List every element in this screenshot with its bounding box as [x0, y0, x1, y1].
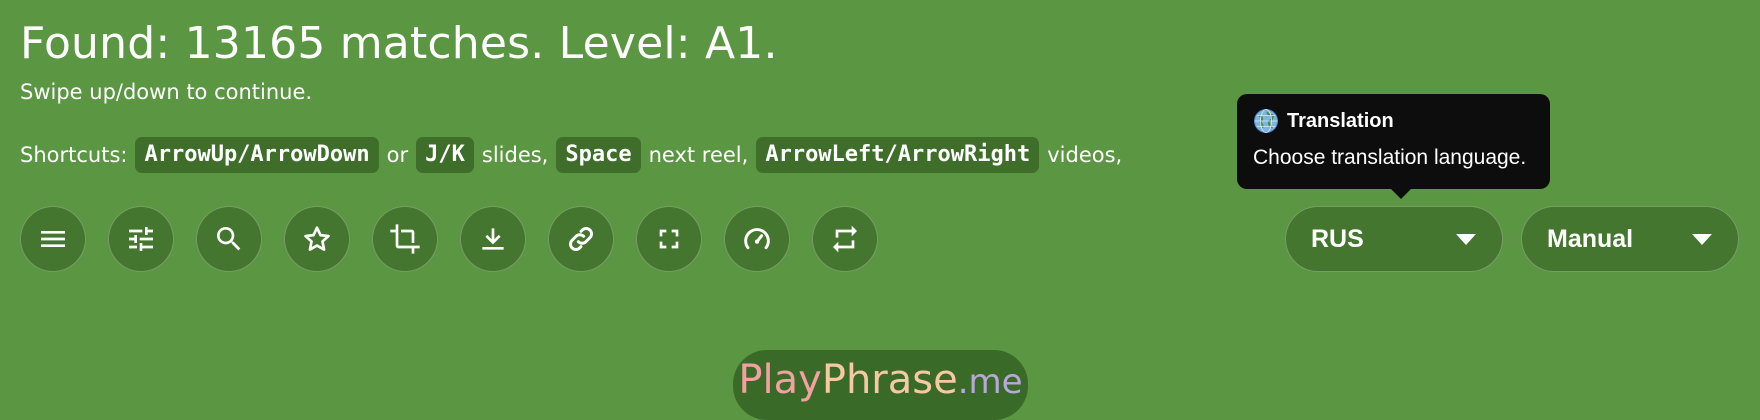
star-icon — [304, 226, 330, 251]
filters-button[interactable] — [108, 206, 174, 272]
page-title: Found: 13165 matches. Level: A1. — [20, 18, 778, 69]
speed-icon — [744, 228, 770, 250]
search-icon — [217, 227, 241, 251]
repeat-icon — [833, 225, 857, 253]
kbd-space: Space — [556, 137, 641, 173]
kbd-arrow-left-right: ArrowLeft/ArrowRight — [756, 137, 1040, 173]
download-button[interactable] — [460, 206, 526, 272]
speed-button[interactable] — [724, 206, 790, 272]
download-icon — [482, 228, 504, 250]
mode-value: Manual — [1547, 224, 1634, 253]
shortcuts-or: or — [386, 143, 409, 167]
chevron-down-icon — [1692, 233, 1712, 245]
menu-icon — [41, 231, 65, 247]
shortcuts-next-reel: next reel, — [648, 143, 749, 167]
translation-tooltip: Translation Choose translation language. — [1237, 94, 1550, 199]
fullscreen-button[interactable] — [636, 206, 702, 272]
favorite-button[interactable] — [284, 206, 350, 272]
playphrase-logo[interactable]: PlayPhrase.me — [733, 350, 1028, 420]
logo-part-play: Play — [738, 357, 822, 403]
toolbar — [20, 206, 900, 272]
logo-part-me: .me — [957, 362, 1023, 402]
fullscreen-icon — [659, 229, 679, 249]
copy-link-button[interactable] — [548, 206, 614, 272]
tooltip-body: Choose translation language. — [1253, 146, 1527, 169]
shortcuts-label: Shortcuts: — [20, 143, 128, 167]
globe-icon — [1254, 109, 1278, 133]
shortcuts-slides: slides, — [481, 143, 549, 167]
logo-part-phrase: Phrase — [821, 357, 958, 403]
tooltip-title: Translation — [1287, 109, 1394, 132]
kbd-j-k: J/K — [416, 137, 474, 173]
tooltip-arrow — [1390, 188, 1412, 199]
chevron-down-icon — [1456, 233, 1476, 245]
shortcuts-bar: Shortcuts: ArrowUp/ArrowDown or J/K slid… — [20, 137, 1130, 173]
tooltip-title-row: Translation — [1253, 108, 1534, 134]
link-icon — [569, 227, 593, 251]
swipe-hint: Swipe up/down to continue. — [20, 80, 313, 104]
crop-icon — [390, 224, 420, 254]
mode-select[interactable]: Manual — [1521, 206, 1739, 272]
translation-language-value: RUS — [1311, 224, 1364, 253]
shortcuts-videos: videos, — [1047, 143, 1123, 167]
kbd-arrow-up-down: ArrowUp/ArrowDown — [135, 137, 379, 173]
search-button[interactable] — [196, 206, 262, 272]
tune-icon — [129, 227, 153, 251]
repeat-button[interactable] — [812, 206, 878, 272]
crop-button[interactable] — [372, 206, 438, 272]
translation-language-select[interactable]: RUS — [1285, 206, 1503, 272]
menu-button[interactable] — [20, 206, 86, 272]
